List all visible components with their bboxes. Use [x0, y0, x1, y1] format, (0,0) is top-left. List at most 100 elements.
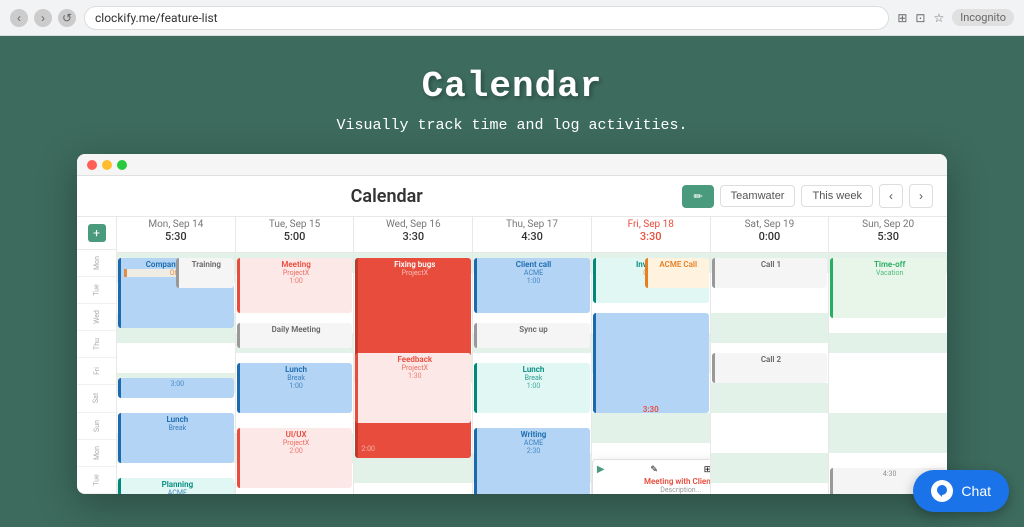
calendar-header: Calendar ✏ Teamwater This week ‹ ›	[77, 176, 947, 217]
day-body-saturday: Call 1 Call 2	[711, 253, 829, 494]
calendar-app: Calendar ✏ Teamwater This week ‹ › + Mon	[77, 176, 947, 494]
event-acme-call[interactable]: ACME Call	[645, 258, 709, 288]
day-hours-friday: 3:30	[592, 230, 710, 243]
avail-block	[711, 313, 829, 343]
event-sync-up[interactable]: Sync up	[474, 323, 590, 348]
event-planning[interactable]: Planning ACME	[118, 478, 234, 494]
avail-block	[592, 413, 710, 443]
event-writing[interactable]: Writing ACME 2:30	[474, 428, 590, 494]
thisweek-button[interactable]: This week	[801, 185, 873, 207]
event-feedback[interactable]: Feedback ProjectX 1:30	[355, 353, 471, 423]
page-subtitle: Visually track time and log activities.	[20, 117, 1004, 134]
refresh-button[interactable]: ↺	[58, 9, 76, 27]
meeting-event-sub: Description...	[597, 486, 711, 494]
avail-block	[829, 413, 947, 453]
duplicate-icon[interactable]: ⊞	[704, 465, 711, 475]
event-uiux[interactable]: UI/UX ProjectX 2:00	[237, 428, 353, 488]
day-hours-tuesday: 5:00	[236, 230, 354, 243]
day-columns: Mon, Sep 14 5:30 Company training	[117, 217, 947, 494]
meeting-popup-header: ▶ ✎ ⊞ ✕	[597, 464, 711, 475]
day-name-wednesday: Wed, Sep 16	[354, 219, 472, 230]
day-body-wednesday: Fixing bugs ProjectX 2:00 Feedback Proje…	[354, 253, 472, 494]
event-lunch-break-mon[interactable]: Lunch Break	[118, 413, 234, 463]
add-entry-button[interactable]: +	[88, 224, 106, 242]
back-button[interactable]: ‹	[10, 9, 28, 27]
day-col-wednesday: Wed, Sep 16 3:30 Fixing bugs ProjectX 2:…	[354, 217, 473, 494]
day-col-sunday: Sun, Sep 20 5:30 Time-off Vacation	[829, 217, 947, 494]
window-titlebar	[77, 154, 947, 176]
star-icon: ☆	[933, 11, 944, 25]
day-col-saturday: Sat, Sep 19 0:00 Call 1	[711, 217, 830, 494]
close-dot[interactable]	[87, 160, 97, 170]
day-hours-wednesday: 3:30	[354, 230, 472, 243]
event-call1[interactable]: Call 1	[712, 258, 828, 288]
day-col-monday: Mon, Sep 14 5:30 Company training	[117, 217, 236, 494]
page-content: Calendar Visually track time and log act…	[0, 36, 1024, 504]
event-lunch-thu[interactable]: Lunch Break 1:00	[474, 363, 590, 413]
browser-controls: ‹ › ↺	[10, 9, 76, 27]
day-hours-monday: 5:30	[117, 230, 235, 243]
meeting-popup[interactable]: ▶ ✎ ⊞ ✕ Meeting with Clients Description…	[592, 459, 711, 494]
header-controls: ✏ Teamwater This week ‹ ›	[682, 184, 933, 208]
cast-icon: ⊡	[915, 11, 925, 25]
calendar-title: Calendar	[91, 186, 682, 207]
play-icon[interactable]: ▶	[597, 464, 605, 475]
app-window: Calendar ✏ Teamwater This week ‹ › + Mon	[77, 154, 947, 494]
address-bar[interactable]: clockify.me/feature-list	[84, 6, 889, 30]
event-time-off[interactable]: Time-off Vacation	[830, 258, 946, 318]
event-3h[interactable]: 3:00	[118, 378, 234, 398]
sidebar-row-7: Sun	[77, 413, 116, 440]
prev-week-button[interactable]: ‹	[879, 184, 903, 208]
maximize-dot[interactable]	[117, 160, 127, 170]
chat-button[interactable]: Chat	[913, 470, 1009, 512]
day-hours-saturday: 0:00	[711, 230, 829, 243]
day-header-friday: Fri, Sep 18 3:30	[592, 217, 710, 253]
edit-icon[interactable]: ✎	[650, 465, 658, 475]
day-header-tuesday: Tue, Sep 15 5:00	[236, 217, 354, 253]
day-header-monday: Mon, Sep 14 5:30	[117, 217, 235, 253]
browser-right: ⊞ ⊡ ☆ Incognito	[897, 9, 1014, 26]
avail-block	[711, 453, 829, 483]
day-body-friday: Invoicing Office ACME Call 3:30	[592, 253, 710, 494]
event-lunch-tue[interactable]: Lunch Break 1:00	[237, 363, 353, 413]
day-header-thursday: Thu, Sep 17 4:30	[473, 217, 591, 253]
day-body-monday: Company training Office Training 3:00 Lu…	[117, 253, 235, 494]
day-hours-thursday: 4:30	[473, 230, 591, 243]
sidebar-row-1: Mon	[77, 250, 116, 277]
day-col-thursday: Thu, Sep 17 4:30 Client call ACME 1:00	[473, 217, 592, 494]
page-title: Calendar	[20, 66, 1004, 107]
day-name-sunday: Sun, Sep 20	[829, 219, 947, 230]
event-large-fri[interactable]	[593, 313, 709, 413]
forward-button[interactable]: ›	[34, 9, 52, 27]
sidebar-row-6: Sat	[77, 385, 116, 412]
avail-block	[829, 333, 947, 353]
sidebar-row-4: Thu	[77, 331, 116, 358]
minimize-dot[interactable]	[102, 160, 112, 170]
icon-button[interactable]: ✏	[682, 185, 713, 208]
sidebar-row-3: Wed	[77, 304, 116, 331]
day-col-friday: Fri, Sep 18 3:30 Invoicing Office	[592, 217, 711, 494]
browser-bar: ‹ › ↺ clockify.me/feature-list ⊞ ⊡ ☆ Inc…	[0, 0, 1024, 36]
sidebar-labels: + Mon Tue Wed Thu Fri Sat Sun Mon Tue	[77, 217, 117, 494]
event-meeting-projectx[interactable]: Meeting ProjectX 1:00	[237, 258, 353, 313]
sidebar-row-2: Tue	[77, 277, 116, 304]
event-client-call[interactable]: Client call ACME 1:00	[474, 258, 590, 313]
day-name-saturday: Sat, Sep 19	[711, 219, 829, 230]
day-name-monday: Mon, Sep 14	[117, 219, 235, 230]
day-hours-sunday: 5:30	[829, 230, 947, 243]
day-name-thursday: Thu, Sep 17	[473, 219, 591, 230]
teamwater-button[interactable]: Teamwater	[720, 185, 796, 207]
sidebar-row-9: Tue	[77, 467, 116, 494]
extensions-icon: ⊞	[897, 11, 907, 25]
url-text: clockify.me/feature-list	[95, 11, 218, 25]
next-week-button[interactable]: ›	[909, 184, 933, 208]
sidebar-row-5: Fri	[77, 358, 116, 385]
day-body-tuesday: Meeting ProjectX 1:00 Daily Meeting Lunc…	[236, 253, 354, 494]
day-header-saturday: Sat, Sep 19 0:00	[711, 217, 829, 253]
event-time-330: 3:30	[593, 403, 709, 416]
chat-label: Chat	[961, 483, 991, 499]
event-call2[interactable]: Call 2	[712, 353, 828, 383]
day-body-sunday: Time-off Vacation 4:30	[829, 253, 947, 494]
event-daily-meeting[interactable]: Daily Meeting	[237, 323, 353, 348]
event-training[interactable]: Training	[176, 258, 234, 288]
